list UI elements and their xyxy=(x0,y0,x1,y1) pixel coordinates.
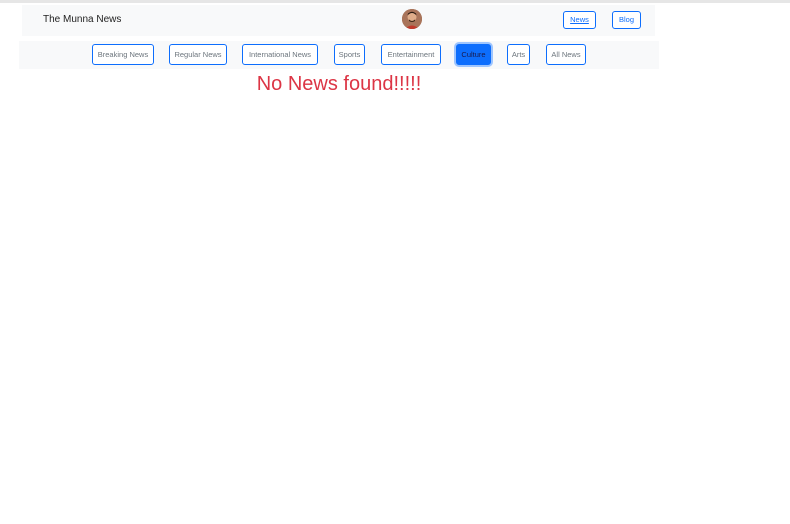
category-regular-news-button[interactable]: Regular News xyxy=(169,44,227,65)
category-arts-button[interactable]: Arts xyxy=(507,44,530,65)
brand-title[interactable]: The Munna News xyxy=(43,14,121,25)
category-all-news-button[interactable]: All News xyxy=(546,44,586,65)
category-international-news-button[interactable]: International News xyxy=(242,44,318,65)
category-bar: Breaking News Regular News International… xyxy=(19,41,659,69)
blog-nav-button[interactable]: Blog xyxy=(612,11,641,29)
category-breaking-news-button[interactable]: Breaking News xyxy=(92,44,154,65)
no-news-message: No News found!!!!! xyxy=(256,73,422,95)
category-entertainment-button[interactable]: Entertainment xyxy=(381,44,441,65)
category-culture-button[interactable]: Culture xyxy=(456,44,491,65)
category-sports-button[interactable]: Sports xyxy=(334,44,365,65)
browser-top-line xyxy=(0,0,790,3)
user-avatar-icon[interactable] xyxy=(402,9,422,29)
news-nav-button[interactable]: News xyxy=(563,11,596,29)
top-navbar: The Munna News News Blog xyxy=(22,5,655,36)
